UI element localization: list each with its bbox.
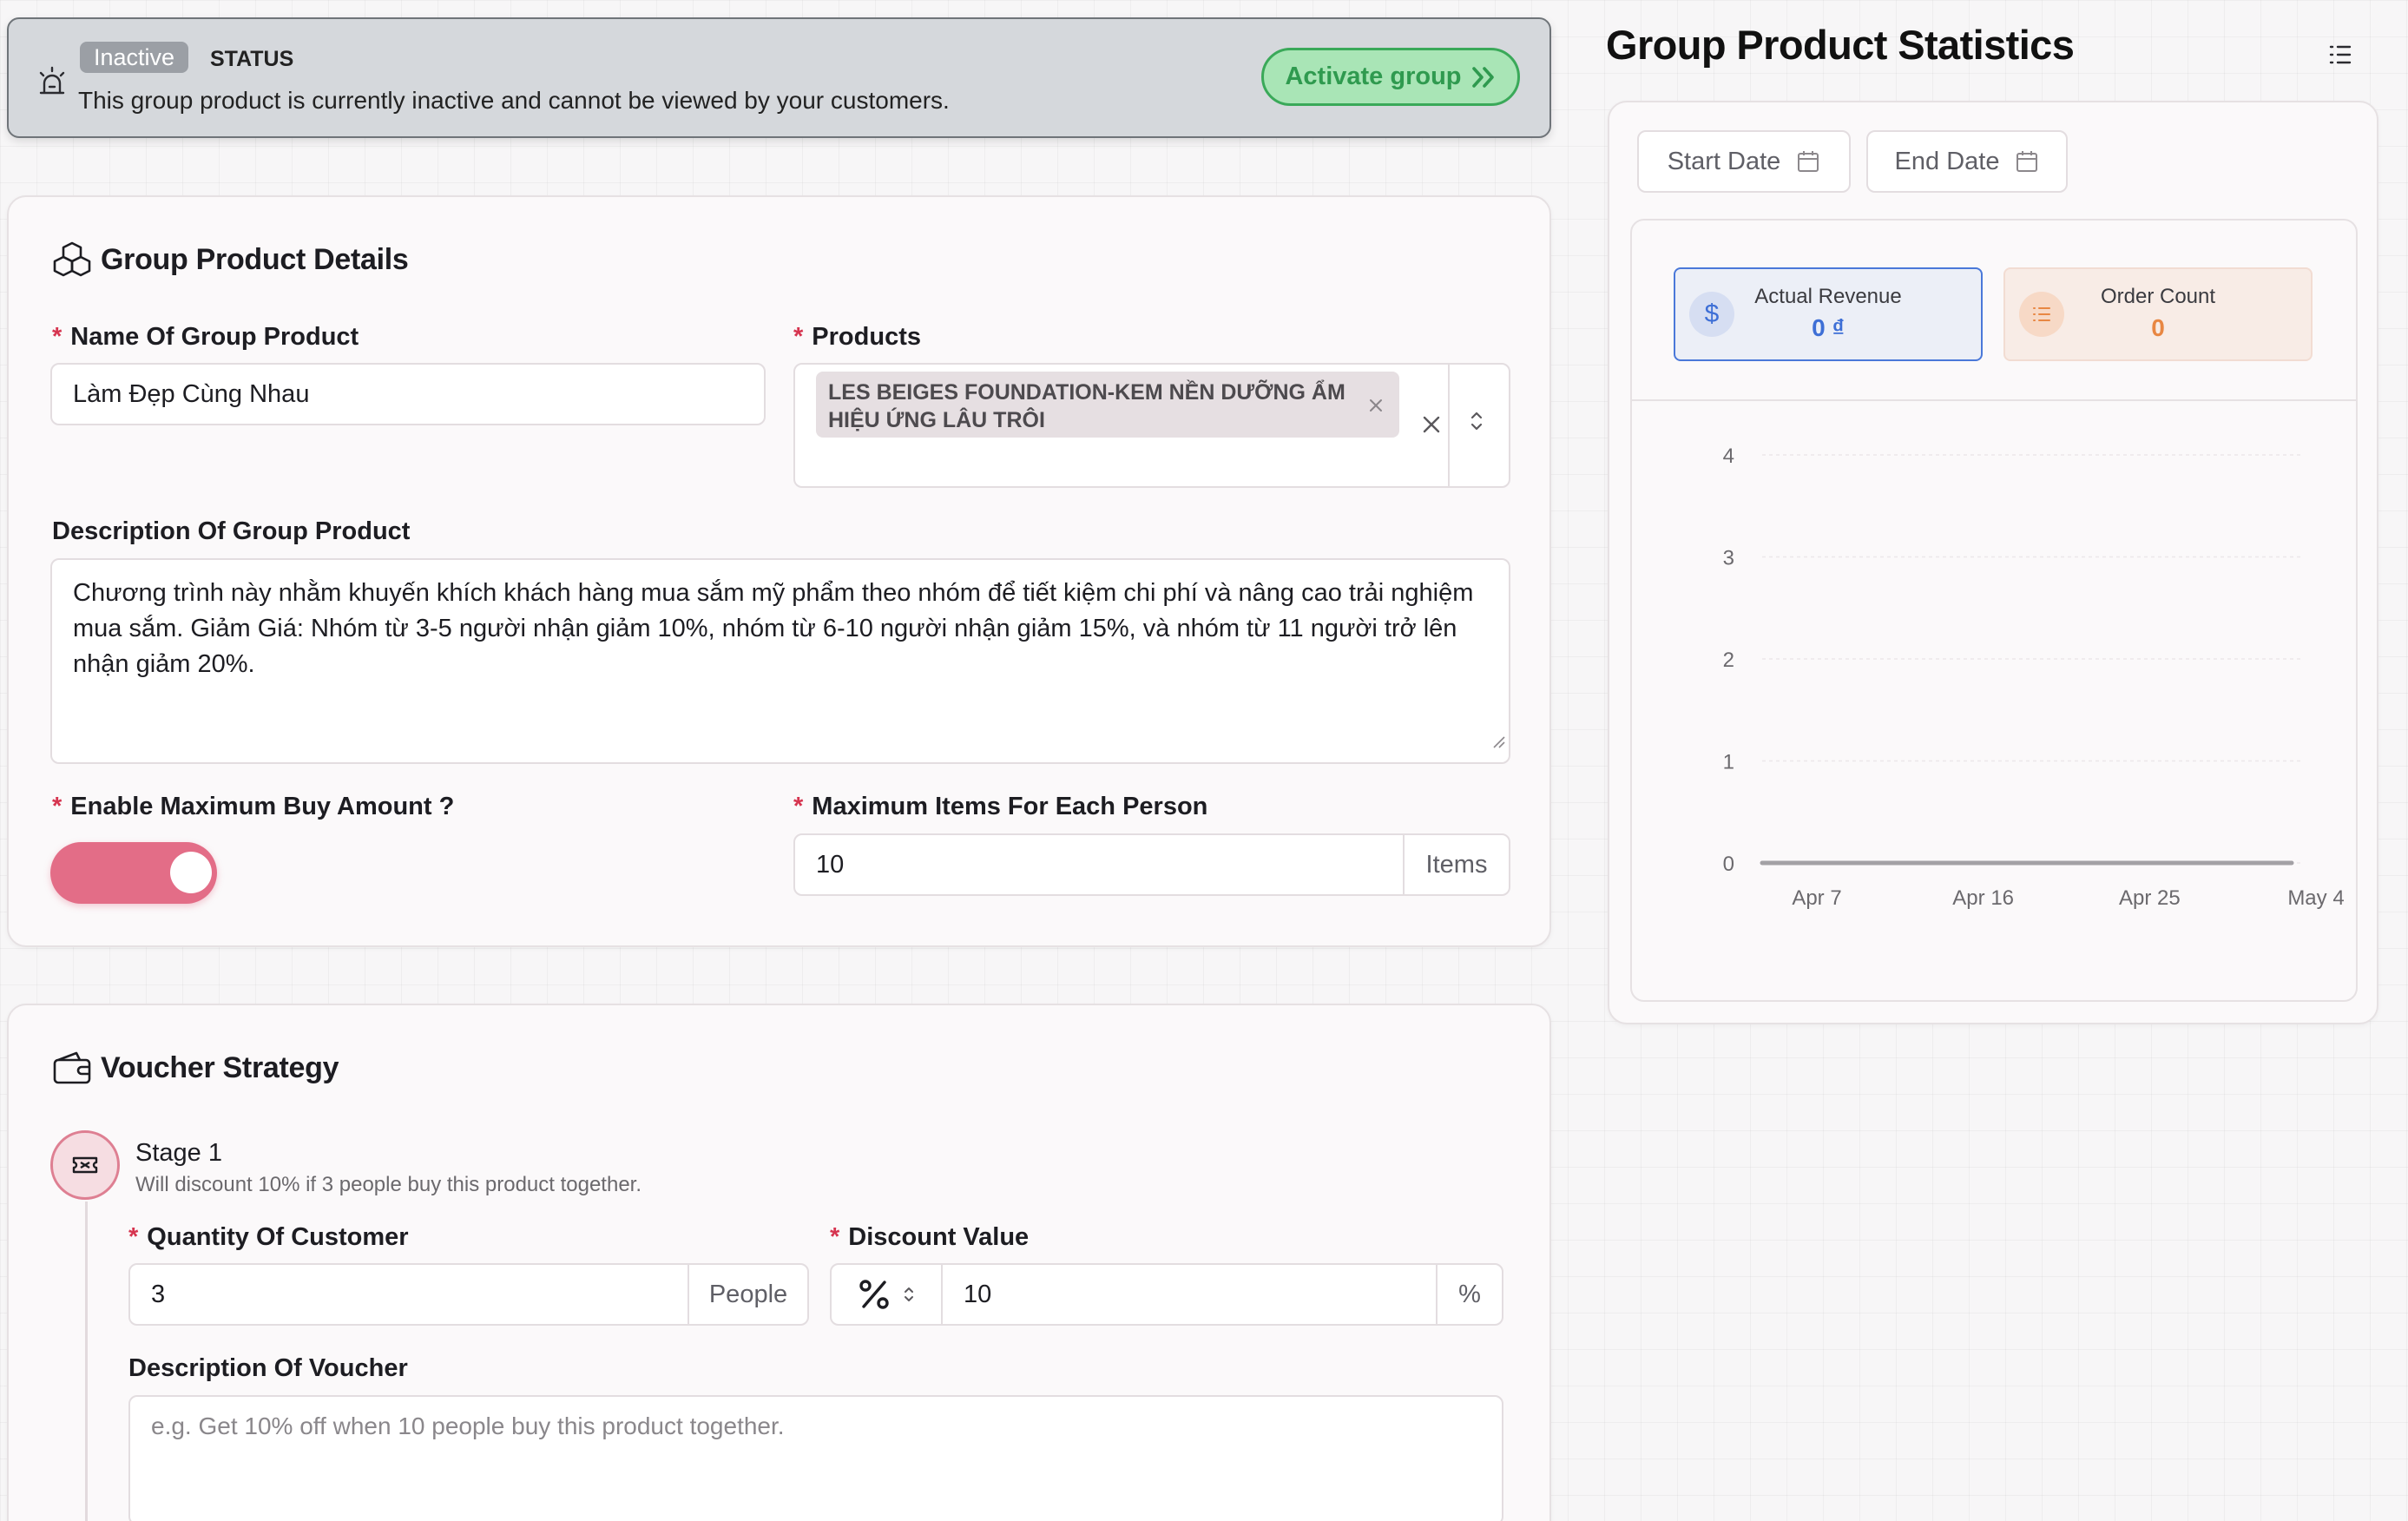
name-field-label: * Name Of Group Product (52, 323, 359, 351)
stage-title: Stage 1 (135, 1139, 222, 1167)
stats-inner-panel: $ Actual Revenue 0 ₫ Order Count 0 0 1 2 3 4… (1630, 219, 2358, 1002)
voucher-description-textarea[interactable]: e.g. Get 10% off when 10 people buy this… (128, 1395, 1503, 1521)
max-items-field-label: * Maximum Items For Each Person (793, 793, 1208, 820)
status-banner: Inactive STATUS This group product is cu… (7, 17, 1551, 138)
items-unit: Items (1403, 835, 1509, 894)
description-textarea[interactable]: Chương trình này nhằm khuyến khích khách… (50, 558, 1510, 764)
end-date-button[interactable]: End Date (1866, 130, 2068, 193)
end-date-label: End Date (1894, 147, 2000, 175)
y-tick-label: 2 (1723, 649, 1734, 672)
toggle-knob (170, 852, 212, 893)
actual-revenue-card: $ Actual Revenue 0 ₫ (1674, 267, 1983, 361)
x-tick-label: May 4 (2287, 886, 2344, 910)
stage-icon-circle (50, 1130, 120, 1200)
status-label: STATUS (210, 47, 294, 71)
product-tag-line1: LES BEIGES FOUNDATION-KEM NỀN DƯỠNG ẨM (828, 380, 1345, 405)
list-icon[interactable] (2328, 43, 2352, 70)
products-field-label: * Products (793, 323, 921, 351)
status-badge: Inactive (80, 42, 189, 73)
discount-field-label: * Discount Value (830, 1223, 1030, 1251)
wallet-icon (52, 1050, 92, 1090)
y-tick-label: 1 (1723, 751, 1734, 774)
clear-icon[interactable] (1422, 412, 1441, 441)
chevron-up-down-icon[interactable] (1469, 408, 1484, 441)
x-tick-label: Apr 16 (1952, 886, 2014, 910)
voucher-strategy-card: Voucher Strategy Stage 1 Will discount 1… (7, 1004, 1551, 1521)
tag-remove-icon[interactable] (1368, 392, 1384, 420)
y-tick-label: 0 (1723, 853, 1734, 876)
percent-unit: % (1436, 1265, 1502, 1324)
y-tick-label: 3 (1723, 547, 1734, 570)
max-items-input[interactable]: 10 Items (793, 833, 1510, 896)
group-product-details-card: Group Product Details * Name Of Group Pro… (7, 195, 1551, 947)
stage-connector-line (85, 1202, 88, 1521)
start-date-button[interactable]: Start Date (1637, 130, 1851, 193)
products-select[interactable]: LES BEIGES FOUNDATION-KEM NỀN DƯỠNG ẨM H… (793, 363, 1510, 488)
product-tag-line2: HIỆU ỨNG LÂU TRÔI (828, 408, 1045, 432)
discount-input[interactable]: 10 % (830, 1263, 1503, 1326)
group-name-input[interactable]: Làm Đẹp Cùng Nhau (50, 363, 766, 425)
x-tick-label: Apr 25 (2119, 886, 2181, 910)
voucher-title: Voucher Strategy (101, 1051, 339, 1084)
activate-group-button[interactable]: Activate group (1261, 48, 1520, 106)
quantity-field-label: * Quantity Of Customer (128, 1223, 409, 1251)
resize-handle-icon[interactable] (1491, 723, 1505, 759)
details-title: Group Product Details (101, 243, 409, 276)
statistics-line-chart: 0 1 2 3 4 Apr 7 Apr 16 Apr 25 May 4 (1723, 444, 2345, 910)
actual-revenue-value: 0 ₫ (1812, 314, 1845, 341)
calendar-icon (2015, 149, 2039, 174)
order-count-card: Order Count 0 (2003, 267, 2313, 361)
y-tick-label: 4 (1723, 444, 1734, 468)
statistics-card: Start Date End Date $ Actual Revenue 0 ₫… (1608, 101, 2378, 1024)
stage-description: Will discount 10% if 3 people buy this p… (135, 1173, 642, 1196)
max-buy-field-label: * Enable Maximum Buy Amount ? (52, 793, 455, 820)
status-message: This group product is currently inactive… (78, 87, 950, 114)
order-count-label: Order Count (2100, 285, 2216, 308)
start-date-label: Start Date (1667, 147, 1781, 175)
actual-revenue-label: Actual Revenue (1754, 285, 1902, 308)
discount-type-select[interactable] (832, 1265, 943, 1324)
order-count-value: 0 (2151, 314, 2165, 341)
voucher-description-label: Description Of Voucher (128, 1354, 408, 1382)
percent-icon (858, 1278, 891, 1311)
alarm-icon (36, 64, 68, 99)
ticket-icon (71, 1154, 99, 1176)
activate-group-label: Activate group (1285, 63, 1462, 90)
product-tag: LES BEIGES FOUNDATION-KEM NỀN DƯỠNG ẨM H… (816, 372, 1399, 438)
max-buy-toggle[interactable] (50, 842, 217, 904)
quantity-input[interactable]: 3 People (128, 1263, 809, 1326)
calendar-icon (1796, 149, 1820, 174)
x-tick-label: Apr 7 (1792, 886, 1841, 910)
discount-value: 10 (964, 1280, 992, 1308)
double-chevron-right-icon (1470, 66, 1497, 89)
cubes-icon (52, 240, 92, 283)
statistics-title: Group Product Statistics (1606, 22, 2075, 68)
description-field-label: Description Of Group Product (52, 517, 411, 545)
people-unit: People (688, 1265, 807, 1324)
chevron-up-down-icon (903, 1284, 915, 1305)
